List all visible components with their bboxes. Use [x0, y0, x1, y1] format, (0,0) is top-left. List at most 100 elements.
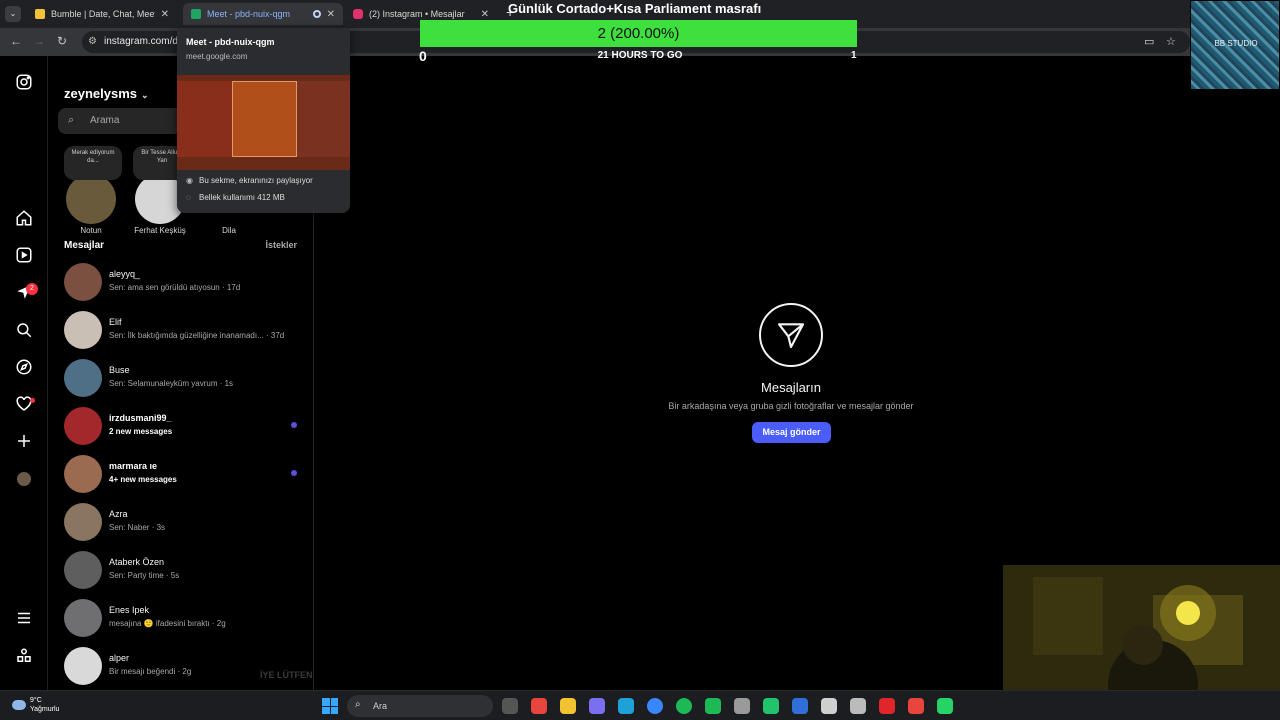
- send-message-button[interactable]: Mesaj gönder: [752, 422, 831, 443]
- conversation-row[interactable]: Azra Sen: Naber · 3s: [48, 498, 314, 546]
- conversation-name: aleyyq_: [109, 269, 141, 279]
- instagram-logo-icon[interactable]: [14, 72, 34, 92]
- conversation-row[interactable]: aleyyq_ Sen: ama sen görüldü atıyosun · 1…: [48, 258, 314, 306]
- spotify-icon[interactable]: [676, 698, 692, 714]
- conversation-preview: mesajına 🙂 ifadesini bıraktı · 2g: [109, 619, 226, 628]
- tab-title: (2) Instagram • Mesajlar: [369, 9, 465, 19]
- search-icon: ⌕: [68, 114, 75, 126]
- notifications-heart-icon[interactable]: [14, 394, 34, 414]
- account-username: zeynelysms: [64, 86, 137, 101]
- conversation-preview: Sen: İlk baktığımda güzelliğine inanamad…: [109, 331, 285, 340]
- opera-icon[interactable]: [879, 698, 895, 714]
- account-switcher[interactable]: zeynelysms ⌄: [64, 86, 149, 101]
- start-button[interactable]: [322, 698, 338, 714]
- weather-condition: Yağmurlu: [30, 706, 60, 713]
- edge-icon[interactable]: [618, 698, 634, 714]
- settings-icon[interactable]: [734, 698, 750, 714]
- avatar: [64, 455, 102, 493]
- studio-label: BB STUDIO: [1214, 39, 1258, 48]
- back-icon[interactable]: ←: [10, 34, 22, 48]
- participant-tile: [297, 81, 350, 157]
- conversation-row[interactable]: Ataberk Özen Sen: Party time · 5s: [48, 546, 314, 594]
- conversation-name: Elif: [109, 317, 122, 327]
- conversation-row[interactable]: Elif Sen: İlk baktığımda güzelliğine inan…: [48, 306, 314, 354]
- conversation-row[interactable]: irzdusmani99_ 2 new messages: [48, 402, 314, 450]
- goal-progress-bar: 2 (200.00%): [420, 20, 857, 47]
- sharing-text: Bu sekme, ekranınızı paylaşıyor: [199, 176, 313, 185]
- messages-section-title: Mesajlar: [64, 240, 105, 251]
- goal-hours-left: 21 HOURS TO GO: [597, 50, 683, 61]
- url-text: instagram.com/di: [104, 36, 181, 47]
- profile-avatar[interactable]: [17, 472, 31, 486]
- site-info-icon[interactable]: ⚙: [88, 31, 97, 53]
- avatar: [64, 551, 102, 589]
- network-icon[interactable]: [821, 698, 837, 714]
- meta-apps-icon[interactable]: [14, 646, 34, 666]
- memory-text: Bellek kullanımı 412 MB: [199, 193, 285, 202]
- chevron-down-icon: ⌄: [141, 90, 149, 100]
- note-name: Ferhat Keşküş: [134, 226, 186, 235]
- goal-max: 1: [851, 50, 857, 61]
- conversation-name: Enes Ipek: [109, 605, 150, 615]
- create-plus-icon[interactable]: [14, 431, 34, 451]
- forward-icon[interactable]: →: [33, 34, 45, 48]
- photos-icon[interactable]: [792, 698, 808, 714]
- messenger-send-icon: [759, 303, 823, 367]
- more-menu-icon[interactable]: [14, 608, 34, 628]
- participant-tile: [232, 81, 297, 157]
- note-name: Dila: [222, 226, 236, 235]
- goal-title: Günlük Cortado+Kısa Parliament masrafı: [508, 1, 762, 16]
- conversation-preview: Sen: Party time · 5s: [109, 571, 180, 580]
- tab-hover-card: Meet - pbd-nuix-qgm meet.google.com ◉ Bu …: [177, 28, 350, 213]
- spotify-2-icon[interactable]: [705, 698, 721, 714]
- conversation-preview: 2 new messages: [109, 427, 173, 436]
- conversation-preview: 4+ new messages: [109, 475, 177, 484]
- close-icon[interactable]: ✕: [161, 9, 169, 20]
- requests-link[interactable]: İstekler: [265, 240, 297, 250]
- taskbar-search[interactable]: ⌕ Ara: [347, 695, 493, 717]
- chrome-2-icon[interactable]: [908, 698, 924, 714]
- windows-taskbar: 9°C Yağmurlu ⌕ Ara: [0, 690, 1280, 720]
- conversation-row[interactable]: Enes Ipek mesajına 🙂 ifadesini bıraktı · …: [48, 594, 314, 642]
- close-icon[interactable]: ✕: [481, 9, 489, 20]
- whatsapp-icon[interactable]: [937, 698, 953, 714]
- conversation-row[interactable]: alper Bir mesajı beğendi · 2g: [48, 642, 314, 690]
- cast-icon[interactable]: ▭: [1144, 35, 1154, 48]
- tab-title: Meet - pbd-nuix-qgm: [207, 9, 291, 19]
- conversation-name: irzdusmani99_: [109, 413, 172, 423]
- obs-icon[interactable]: [850, 698, 866, 714]
- conversation-name: marmara ıe: [109, 461, 158, 471]
- avatar: [64, 311, 102, 349]
- file-explorer-icon[interactable]: [502, 698, 518, 714]
- tab-bumble[interactable]: Bumble | Date, Chat, Meet New ✕: [27, 3, 177, 25]
- conversation-row[interactable]: Buse Sen: Selamunaleyküm yavrum · 1s: [48, 354, 314, 402]
- reels-icon[interactable]: [14, 245, 34, 265]
- app-green-icon[interactable]: [763, 698, 779, 714]
- meet-icon: [191, 9, 201, 19]
- bookmark-star-icon[interactable]: ☆: [1166, 35, 1176, 48]
- search-icon[interactable]: [14, 320, 34, 340]
- participant-tile: [177, 81, 232, 157]
- reload-icon[interactable]: ↻: [57, 34, 67, 48]
- store-icon[interactable]: [647, 698, 663, 714]
- conversation-preview: Sen: Selamunaleyküm yavrum · 1s: [109, 379, 234, 388]
- empty-state-title: Mesajların: [761, 380, 821, 395]
- avatar: [64, 263, 102, 301]
- conversation-name: Azra: [109, 509, 128, 519]
- memory-icon: ◌: [186, 193, 191, 202]
- chrome-icon[interactable]: [531, 698, 547, 714]
- conversation-row[interactable]: marmara ıe 4+ new messages: [48, 450, 314, 498]
- explore-icon[interactable]: [14, 357, 34, 377]
- empty-state-subtitle: Bir arkadaşına veya gruba gizli fotoğraf…: [668, 401, 914, 411]
- conversation-name: alper: [109, 653, 130, 663]
- record-icon: ◉: [186, 176, 193, 185]
- folder-icon[interactable]: [560, 698, 576, 714]
- copilot-icon[interactable]: [589, 698, 605, 714]
- close-icon[interactable]: ✕: [327, 9, 335, 20]
- weather-widget[interactable]: 9°C Yağmurlu: [12, 696, 59, 714]
- home-icon[interactable]: [14, 208, 34, 228]
- tab-meet[interactable]: Meet - pbd-nuix-qgm ✕: [183, 3, 343, 25]
- webcam-overlay: [1003, 565, 1280, 690]
- hover-card-memory: ◌ Bellek kullanımı 412 MB: [186, 193, 285, 202]
- tab-search-button[interactable]: ⌄: [5, 6, 21, 22]
